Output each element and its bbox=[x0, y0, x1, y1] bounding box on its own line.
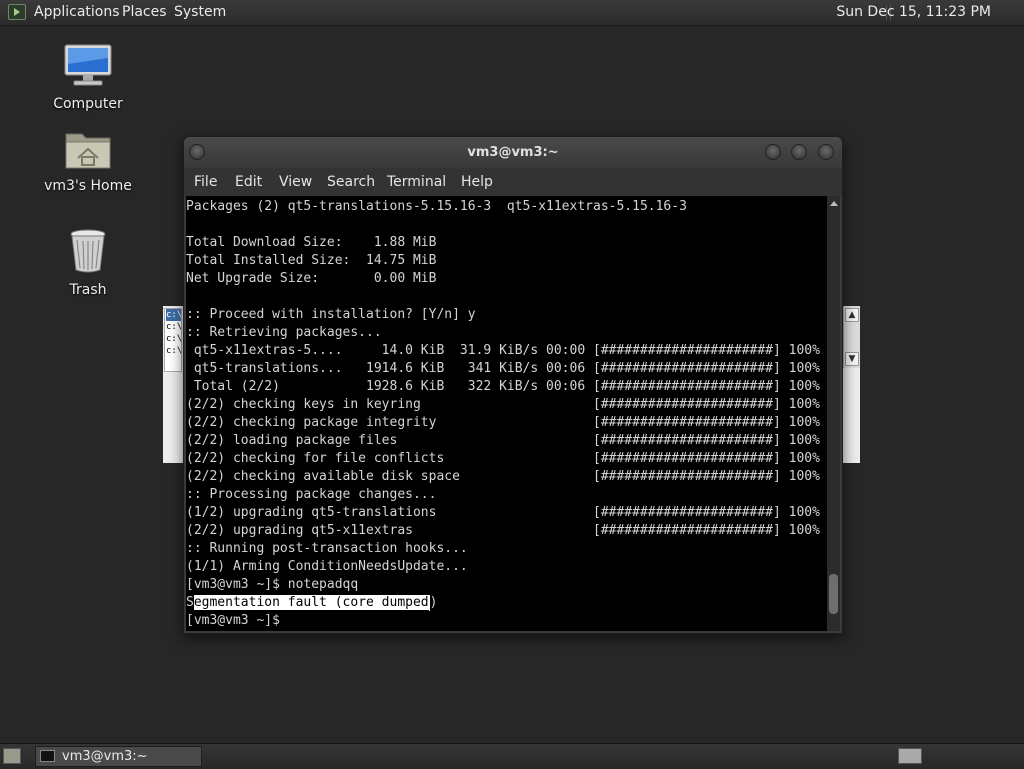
terminal-window[interactable]: vm3@vm3:~ File Edit View Search Terminal… bbox=[183, 136, 843, 634]
applications-menu[interactable]: Applications bbox=[34, 0, 120, 25]
taskbar-label: vm3@vm3:~ bbox=[62, 749, 148, 764]
scroll-down-button[interactable]: ▼ bbox=[845, 352, 859, 366]
window-menu-button[interactable] bbox=[189, 144, 205, 160]
scroll-up-arrow[interactable] bbox=[830, 201, 838, 206]
background-window-list[interactable]: c:\ c:\ c:\ c:\ bbox=[164, 308, 182, 372]
terminal-line: Net Upgrade Size: 0.00 MiB bbox=[186, 271, 437, 286]
menu-edit[interactable]: Edit bbox=[235, 168, 262, 196]
computer-icon bbox=[64, 44, 112, 86]
taskbar-terminal-button[interactable]: vm3@vm3:~ bbox=[35, 746, 202, 767]
menu-view[interactable]: View bbox=[279, 168, 312, 196]
desktop-icon-home[interactable]: vm3's Home bbox=[33, 128, 143, 194]
scroll-up-button[interactable]: ▲ bbox=[845, 308, 859, 322]
menu-file[interactable]: File bbox=[194, 168, 217, 196]
terminal-menubar: File Edit View Search Terminal Help bbox=[184, 168, 842, 196]
terminal-line: :: Retrieving packages... bbox=[186, 325, 382, 340]
desktop-icon-label: Trash bbox=[69, 282, 107, 298]
desktop-icon-label: Computer bbox=[53, 96, 123, 112]
terminal-line: qt5-x11extras-5.... 14.0 KiB 31.9 KiB/s … bbox=[186, 343, 820, 358]
menu-search[interactable]: Search bbox=[327, 168, 375, 196]
minimize-button[interactable] bbox=[765, 144, 781, 160]
bottom-panel: vm3@vm3:~ bbox=[0, 743, 1024, 769]
terminal-scrollbar[interactable] bbox=[827, 196, 840, 631]
list-item[interactable]: c:\ bbox=[166, 309, 181, 321]
close-button[interactable] bbox=[818, 144, 834, 160]
terminal-lines: Packages (2) qt5-translations-5.15.16-3 … bbox=[186, 196, 827, 630]
terminal-line: (2/2) checking available disk space [###… bbox=[186, 469, 820, 484]
terminal-line: :: Running post-transaction hooks... bbox=[186, 541, 468, 556]
terminal-line: (1/1) Arming ConditionNeedsUpdate... bbox=[186, 559, 468, 574]
selected-text: egmentation fault (core dumped bbox=[193, 595, 429, 610]
list-item[interactable]: c:\ bbox=[166, 321, 181, 333]
terminal-line: (2/2) loading package files [###########… bbox=[186, 433, 820, 448]
trash-icon bbox=[70, 229, 106, 273]
menu-terminal[interactable]: Terminal bbox=[387, 168, 446, 196]
menu-help[interactable]: Help bbox=[461, 168, 493, 196]
desktop-icon-trash[interactable]: Trash bbox=[33, 228, 143, 298]
terminal-line: :: Processing package changes... bbox=[186, 487, 437, 502]
desktop-icon-computer[interactable]: Computer bbox=[33, 44, 143, 112]
terminal-line: (2/2) checking keys in keyring [########… bbox=[186, 397, 820, 412]
terminal-line-selected[interactable]: Segmentation fault (core dumped) bbox=[186, 594, 827, 612]
terminal-line: :: Proceed with installation? [Y/n] y bbox=[186, 307, 476, 322]
maximize-button[interactable] bbox=[791, 144, 807, 160]
show-desktop-icon[interactable] bbox=[3, 748, 21, 764]
selection-first-char: S bbox=[186, 595, 194, 610]
terminal-line: Total (2/2) 1928.6 KiB 322 KiB/s 00:06 [… bbox=[186, 379, 820, 394]
terminal-line: Packages (2) qt5-translations-5.15.16-3 … bbox=[186, 199, 687, 214]
scrollbar-thumb[interactable] bbox=[829, 574, 838, 614]
applications-menu-icon[interactable] bbox=[8, 4, 26, 20]
window-title: vm3@vm3:~ bbox=[467, 145, 559, 160]
terminal-line: [vm3@vm3 ~]$ notepadqq bbox=[186, 577, 359, 592]
list-item[interactable]: c:\ bbox=[166, 345, 181, 357]
terminal-line: (2/2) checking for file conflicts [#####… bbox=[186, 451, 820, 466]
window-titlebar[interactable]: vm3@vm3:~ bbox=[184, 137, 842, 168]
top-panel: Applications Places System Sun Dec 15, 1… bbox=[0, 0, 1024, 26]
places-menu[interactable]: Places bbox=[122, 0, 167, 25]
terminal-line: (2/2) upgrading qt5-x11extras [#########… bbox=[186, 523, 820, 538]
terminal-line: (1/2) upgrading qt5-translations [######… bbox=[186, 505, 820, 520]
home-folder-icon bbox=[65, 133, 111, 169]
terminal-line: Total Installed Size: 14.75 MiB bbox=[186, 253, 437, 268]
system-menu[interactable]: System bbox=[174, 0, 226, 25]
background-window-scrollbar[interactable]: ▲ ▼ bbox=[843, 306, 860, 368]
terminal-line: Total Download Size: 1.88 MiB bbox=[186, 235, 437, 250]
clock[interactable]: Sun Dec 15, 11:23 PM bbox=[836, 0, 991, 25]
selection-last-char: ) bbox=[429, 595, 438, 610]
terminal-output[interactable]: Packages (2) qt5-translations-5.15.16-3 … bbox=[186, 196, 827, 631]
terminal-line: (2/2) checking package integrity [######… bbox=[186, 415, 820, 430]
workspace-switcher[interactable] bbox=[898, 748, 922, 764]
list-item[interactable]: c:\ bbox=[166, 333, 181, 345]
terminal-icon bbox=[40, 750, 55, 762]
desktop-icon-label: vm3's Home bbox=[44, 178, 132, 194]
terminal-line: qt5-translations... 1914.6 KiB 341 KiB/s… bbox=[186, 361, 820, 376]
terminal-prompt[interactable]: [vm3@vm3 ~]$ bbox=[186, 612, 827, 630]
